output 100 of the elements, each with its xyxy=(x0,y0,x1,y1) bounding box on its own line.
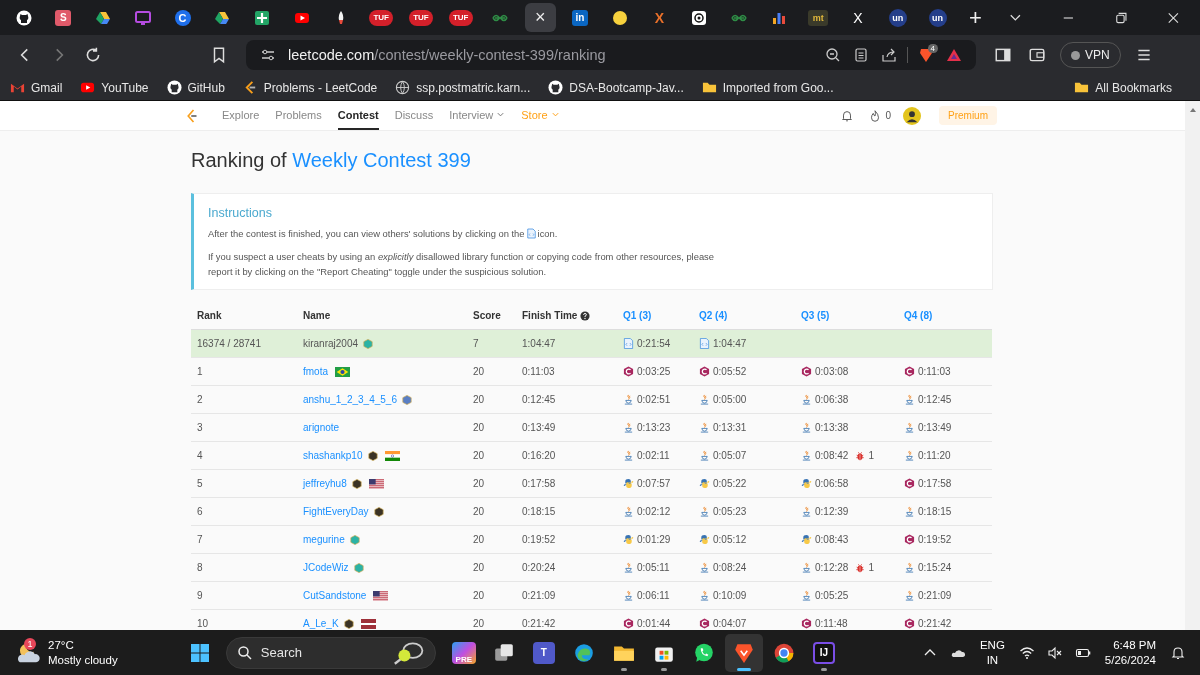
cup-icon[interactable] xyxy=(801,422,812,433)
cup-icon[interactable] xyxy=(801,562,812,573)
question-link[interactable]: Q4 (8) xyxy=(904,310,933,321)
cup-icon[interactable] xyxy=(904,562,915,573)
language-indicator[interactable]: ENG IN xyxy=(979,637,1005,668)
browser-tab[interactable]: X xyxy=(643,3,675,32)
browser-tab[interactable]: C xyxy=(166,3,199,32)
user-link[interactable]: fmota xyxy=(303,366,328,377)
browser-tab[interactable]: × xyxy=(524,3,556,32)
bookmark-item[interactable]: ssp.postmatric.karn... xyxy=(395,80,531,95)
browser-tab[interactable]: X xyxy=(842,3,874,32)
cup-icon[interactable] xyxy=(623,506,634,517)
user-link[interactable]: megurine xyxy=(303,534,345,545)
share-icon[interactable] xyxy=(881,47,897,63)
bookmark-item[interactable]: YouTube xyxy=(80,80,149,95)
search-field[interactable]: Search xyxy=(225,636,436,669)
user-link[interactable]: shashankp10 xyxy=(303,450,363,461)
bell-icon[interactable] xyxy=(1170,644,1186,661)
taskbar-app[interactable]: T xyxy=(524,633,563,672)
cup-icon[interactable] xyxy=(623,450,634,461)
user-link[interactable]: CutSandstone xyxy=(303,590,367,601)
browser-tab[interactable]: un xyxy=(882,3,914,32)
python-icon[interactable] xyxy=(801,478,812,489)
zoom-out-icon[interactable] xyxy=(825,47,841,63)
avatar[interactable] xyxy=(903,106,921,125)
contest-link[interactable]: Weekly Contest 399 xyxy=(292,149,471,171)
reader-icon[interactable] xyxy=(853,47,869,63)
help-icon[interactable] xyxy=(580,310,591,321)
bookmark-item[interactable]: Imported from Goo... xyxy=(701,80,834,95)
wallet-icon[interactable] xyxy=(1028,46,1046,64)
question-link[interactable]: Q3 (5) xyxy=(801,310,830,321)
cup-icon[interactable] xyxy=(801,506,812,517)
nav-link[interactable]: Explore xyxy=(222,101,260,130)
triangle-logo-icon[interactable] xyxy=(946,47,962,63)
hexagon-logo-icon[interactable] xyxy=(623,618,634,629)
browser-tab[interactable]: S xyxy=(47,3,79,32)
cup-icon[interactable] xyxy=(904,394,915,405)
user-link[interactable]: A_Le_K xyxy=(303,618,339,629)
bookmark-item[interactable]: DSA-Bootcamp-Jav... xyxy=(548,80,684,95)
bookmark-item[interactable]: Problems - LeetCode xyxy=(242,80,378,95)
python-icon[interactable] xyxy=(801,534,812,545)
cup-icon[interactable] xyxy=(699,562,710,573)
cup-icon[interactable] xyxy=(699,422,710,433)
bell-icon[interactable] xyxy=(840,108,855,123)
python-icon[interactable] xyxy=(623,478,634,489)
taskbar-app[interactable] xyxy=(724,633,763,672)
user-link[interactable]: arignote xyxy=(303,422,340,433)
cup-icon[interactable] xyxy=(801,394,812,405)
sliders-icon[interactable] xyxy=(260,47,276,63)
sidebar-icon[interactable] xyxy=(994,46,1012,64)
lion-shield-icon[interactable] xyxy=(918,47,934,63)
hexagon-logo-icon[interactable] xyxy=(623,366,634,377)
leetcode-logo-icon[interactable] xyxy=(186,107,198,124)
hexagon-logo-icon[interactable] xyxy=(904,618,915,629)
start-icon[interactable] xyxy=(189,642,210,663)
cup-icon[interactable] xyxy=(699,450,710,461)
taskbar-app[interactable]: IJ xyxy=(804,633,843,672)
bookmark-item[interactable]: GitHub xyxy=(166,80,225,95)
browser-tab[interactable]: in xyxy=(564,3,596,32)
python-icon[interactable] xyxy=(699,478,710,489)
bookmark-item[interactable]: All Bookmarks xyxy=(1074,80,1172,95)
cup-icon[interactable] xyxy=(623,394,634,405)
user-link[interactable]: anshu_1_2_3_4_5_6 xyxy=(303,394,397,405)
new-tab-button[interactable]: + xyxy=(961,4,990,31)
reload-icon[interactable] xyxy=(84,46,102,64)
user-link[interactable]: JCodeWiz xyxy=(303,562,349,573)
nav-link[interactable]: Interview xyxy=(449,101,506,130)
clock[interactable]: 6:48 PM 5/26/2024 xyxy=(1104,637,1156,668)
question-link[interactable]: Q2 (4) xyxy=(699,310,728,321)
cup-icon[interactable] xyxy=(699,590,710,601)
browser-tab[interactable]: TUF xyxy=(405,3,437,32)
address-bar[interactable]: leetcode.com/contest/weekly-contest-399/ranking 4 xyxy=(246,40,976,70)
scrollbar[interactable] xyxy=(1185,101,1200,630)
cup-icon[interactable] xyxy=(623,590,634,601)
cup-icon[interactable] xyxy=(904,450,915,461)
browser-tab[interactable]: mt xyxy=(802,3,834,32)
hexagon-logo-icon[interactable] xyxy=(699,618,710,629)
browser-tab[interactable]: un xyxy=(921,3,954,32)
wifi-icon[interactable] xyxy=(1018,644,1035,661)
hexagon-logo-icon[interactable] xyxy=(699,366,710,377)
cup-icon[interactable] xyxy=(801,450,812,461)
bookmark-item[interactable]: Gmail xyxy=(10,80,63,95)
hexagon-logo-icon[interactable] xyxy=(801,618,812,629)
hexagon-logo-icon[interactable] xyxy=(904,366,915,377)
user-link[interactable]: jeffreyhu8 xyxy=(303,478,347,489)
hexagon-logo-icon[interactable] xyxy=(904,534,915,545)
cup-icon[interactable] xyxy=(699,506,710,517)
nav-link[interactable]: Contest xyxy=(337,101,379,130)
taskbar-app[interactable]: PRE xyxy=(444,633,483,672)
cup-icon[interactable] xyxy=(623,422,634,433)
cup-icon[interactable] xyxy=(904,422,915,433)
python-icon[interactable] xyxy=(623,534,634,545)
streak-counter[interactable]: 0 xyxy=(868,108,891,123)
browser-tab[interactable]: TUF xyxy=(445,3,477,32)
user-link[interactable]: FightEveryDay xyxy=(303,506,369,517)
muted-speaker-icon[interactable] xyxy=(1046,644,1063,661)
cup-icon[interactable] xyxy=(801,590,812,601)
browser-tab[interactable]: TUF xyxy=(365,3,397,32)
python-icon[interactable] xyxy=(699,534,710,545)
nav-link[interactable]: Discuss xyxy=(394,101,434,130)
